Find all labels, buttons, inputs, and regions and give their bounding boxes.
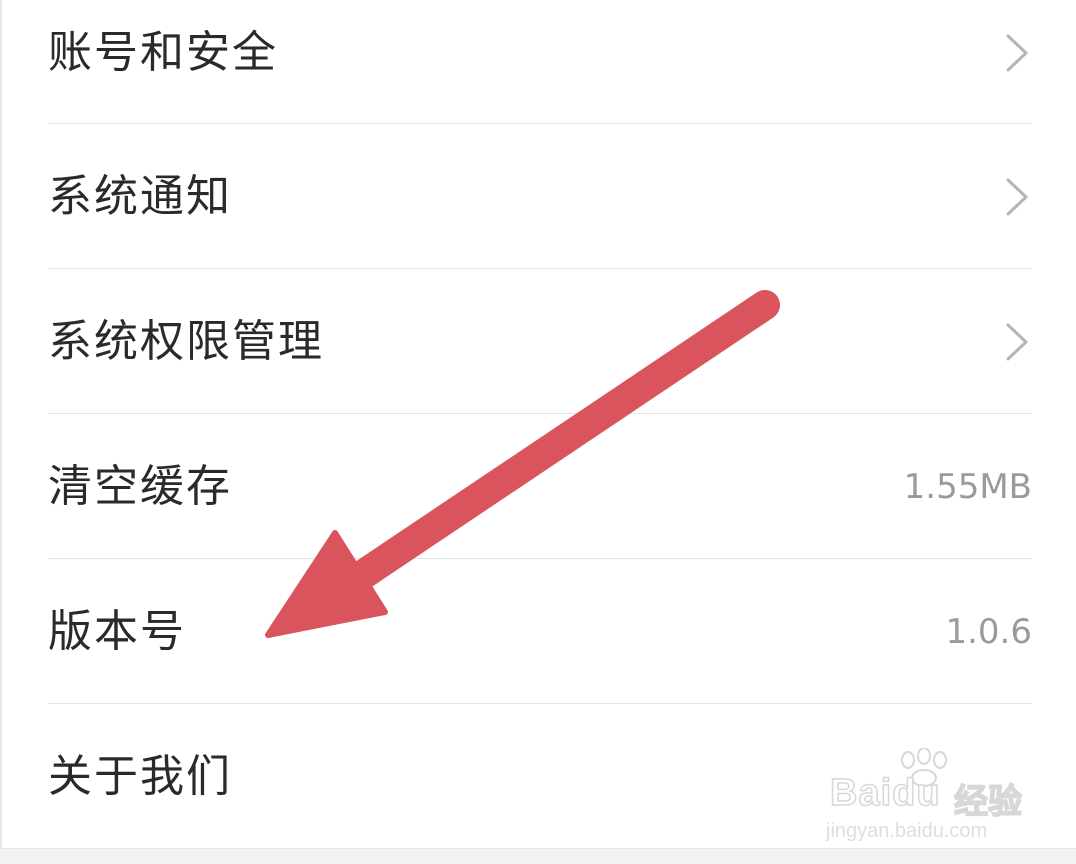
bottom-band bbox=[0, 848, 1076, 864]
cache-size-value: 1.55MB bbox=[903, 466, 1032, 507]
row-account-security[interactable]: 账号和安全 bbox=[48, 0, 1032, 125]
watermark-url: jingyan.baidu.com bbox=[826, 820, 988, 842]
row-label: 系统通知 bbox=[48, 170, 232, 222]
row-label: 清空缓存 bbox=[48, 460, 232, 512]
row-system-notification[interactable]: 系统通知 bbox=[48, 124, 1032, 269]
chevron-right-icon bbox=[1006, 178, 1028, 215]
row-label: 账号和安全 bbox=[48, 26, 278, 78]
version-value: 1.0.6 bbox=[945, 611, 1032, 652]
row-label: 系统权限管理 bbox=[48, 315, 324, 367]
watermark-brand: Baidu bbox=[829, 771, 941, 815]
chevron-right-icon bbox=[1006, 34, 1028, 71]
row-version[interactable]: 版本号 1.0.6 bbox=[48, 559, 1032, 704]
settings-screen: 账号和安全 系统通知 系统权限管理 清空缓存 1.55MB 版本号 1.0.6 … bbox=[0, 0, 1076, 864]
left-edge bbox=[0, 0, 2, 864]
chevron-right-icon bbox=[1006, 323, 1028, 360]
watermark: Baidu 经验 jingyan.baidu.com bbox=[822, 748, 1052, 848]
row-label: 关于我们 bbox=[48, 750, 232, 802]
watermark-cn: 经验 bbox=[953, 781, 1023, 823]
row-system-permissions[interactable]: 系统权限管理 bbox=[48, 269, 1032, 414]
row-label: 版本号 bbox=[48, 605, 186, 657]
row-clear-cache[interactable]: 清空缓存 1.55MB bbox=[48, 414, 1032, 559]
